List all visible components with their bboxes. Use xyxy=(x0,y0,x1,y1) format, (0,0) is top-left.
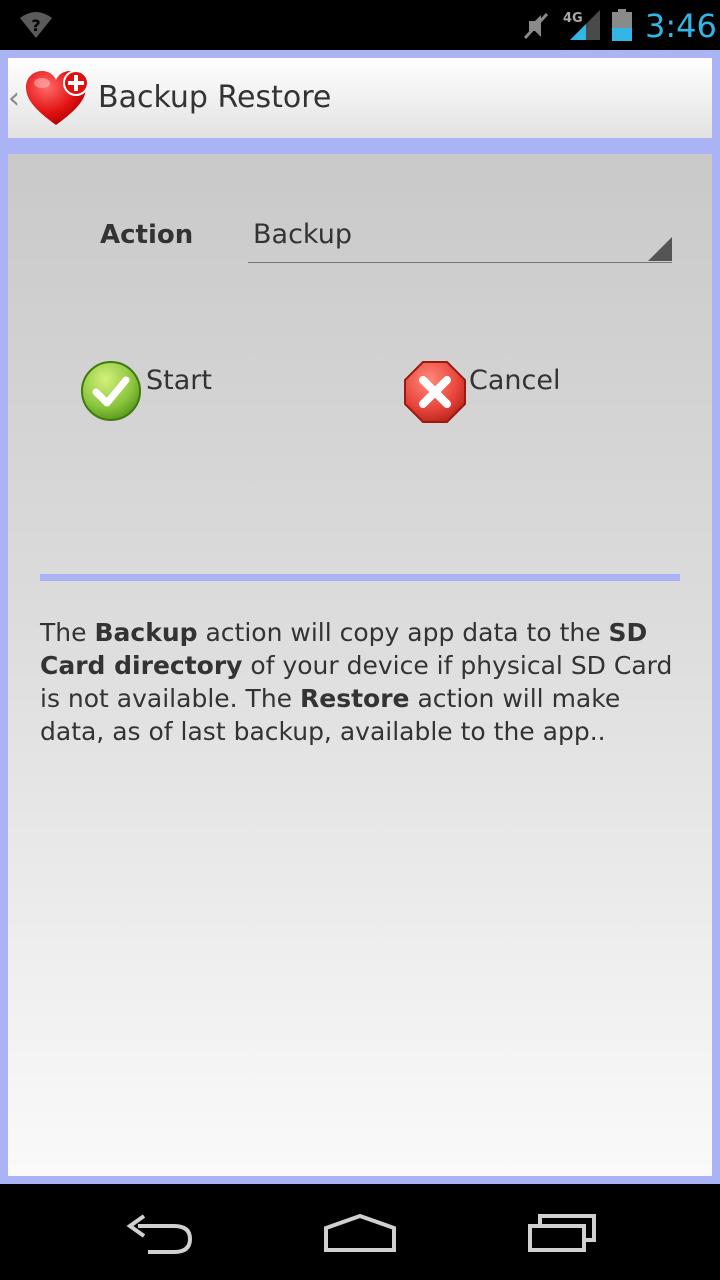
action-label: Action xyxy=(100,220,194,250)
home-icon[interactable] xyxy=(322,1214,398,1254)
dropdown-arrow-icon xyxy=(648,237,672,261)
action-spinner-value: Backup xyxy=(253,219,352,250)
cancel-button[interactable]: Cancel xyxy=(403,360,593,426)
app-frame: ‹ Backup Restore Action Backup Start Can… xyxy=(0,50,720,1184)
navigation-bar xyxy=(0,1184,720,1280)
battery-icon xyxy=(612,9,632,41)
signal-icon: 4G xyxy=(563,10,600,40)
description-part: The xyxy=(40,618,95,647)
heart-plus-icon[interactable] xyxy=(24,67,94,129)
mute-icon xyxy=(523,12,549,40)
description-part-bold: Restore xyxy=(300,684,410,713)
clock: 3:46 xyxy=(645,7,717,45)
start-button[interactable]: Start xyxy=(80,360,240,426)
checkmark-icon xyxy=(81,361,141,421)
svg-text:?: ? xyxy=(31,16,40,35)
page-title: Backup Restore xyxy=(98,80,332,115)
wifi-unknown-icon: ? xyxy=(20,12,52,38)
description-part: action will copy app data to the xyxy=(197,618,609,647)
content-panel: Action Backup Start Cancel The Backup ac… xyxy=(8,154,712,1176)
action-bar: ‹ Backup Restore xyxy=(8,58,712,138)
cancel-button-label: Cancel xyxy=(469,365,561,396)
up-navigation-icon[interactable]: ‹ xyxy=(8,84,20,114)
action-spinner[interactable]: Backup xyxy=(248,210,672,263)
recent-apps-icon[interactable] xyxy=(526,1210,598,1254)
start-button-label: Start xyxy=(146,365,212,396)
divider xyxy=(40,574,680,581)
description-text: The Backup action will copy app data to … xyxy=(40,616,686,748)
back-icon[interactable] xyxy=(124,1214,196,1254)
status-bar: ? 4G 3:46 xyxy=(0,0,720,50)
description-part-bold: Backup xyxy=(94,618,198,647)
network-type: 4G xyxy=(563,11,583,26)
cancel-x-icon xyxy=(404,361,466,423)
